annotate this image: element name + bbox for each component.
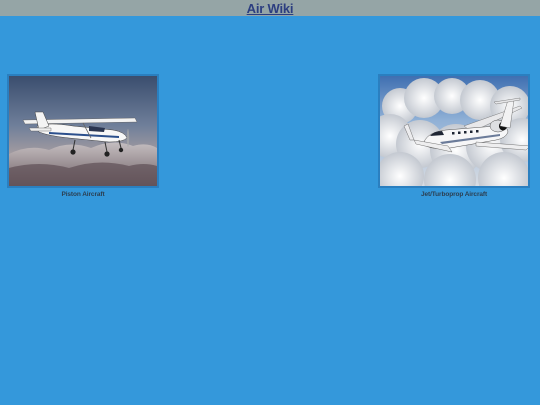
category-card-piston[interactable]: Piston Aircraft — [7, 74, 159, 198]
category-label-jet[interactable]: Jet/Turboprop Aircraft — [378, 191, 530, 198]
piston-aircraft-image[interactable] — [7, 74, 159, 188]
category-card-jet[interactable]: Jet/Turboprop Aircraft — [378, 74, 530, 198]
jet-aircraft-image[interactable] — [378, 74, 530, 188]
site-header: Air Wiki — [0, 0, 540, 16]
category-label-piston[interactable]: Piston Aircraft — [7, 191, 159, 198]
piston-aircraft-photo-icon — [9, 76, 157, 186]
jet-aircraft-photo-icon — [380, 76, 528, 186]
site-title-link[interactable]: Air Wiki — [247, 1, 294, 16]
